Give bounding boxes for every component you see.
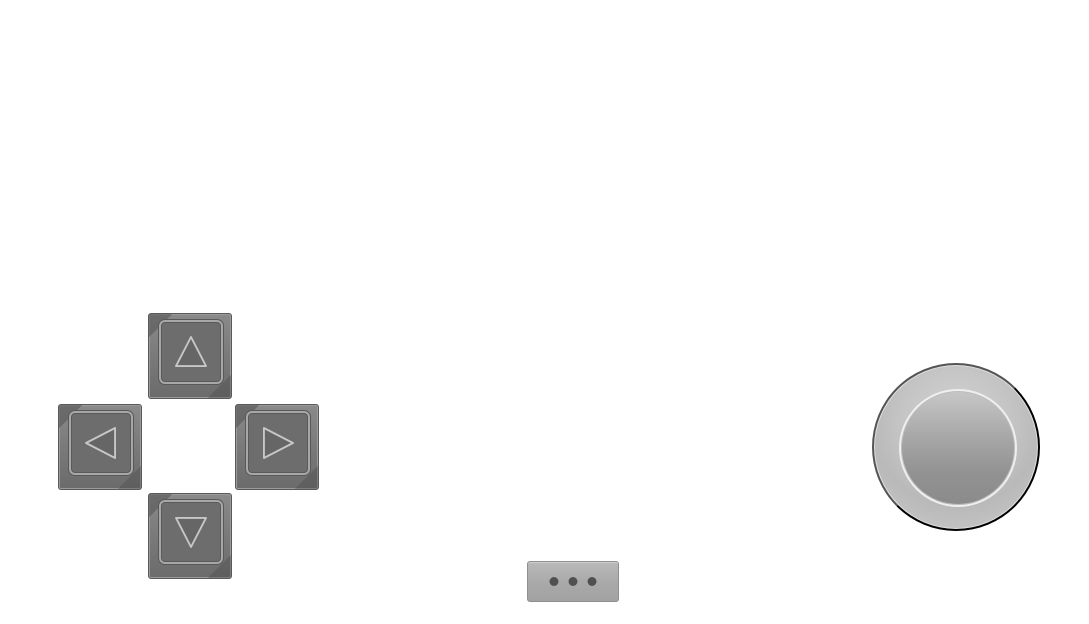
dpad-left-button[interactable] bbox=[58, 404, 142, 490]
left-arrow-icon bbox=[85, 427, 116, 459]
dpad-up-face bbox=[159, 320, 223, 384]
more-menu-button[interactable] bbox=[527, 561, 619, 602]
dpad-left-face bbox=[69, 411, 133, 475]
dpad-right-button[interactable] bbox=[235, 404, 319, 490]
more-dots-icon bbox=[549, 577, 597, 586]
up-arrow-icon bbox=[175, 336, 207, 367]
dpad-up-button[interactable] bbox=[148, 313, 232, 399]
dpad-down-button[interactable] bbox=[148, 493, 232, 579]
action-button[interactable] bbox=[872, 363, 1040, 531]
directional-pad bbox=[58, 313, 320, 579]
right-arrow-icon bbox=[263, 427, 294, 459]
action-button-inner bbox=[899, 389, 1017, 507]
dpad-down-face bbox=[159, 500, 223, 564]
game-screen bbox=[0, 0, 1089, 624]
down-arrow-icon bbox=[175, 517, 207, 548]
dpad-right-face bbox=[246, 411, 310, 475]
